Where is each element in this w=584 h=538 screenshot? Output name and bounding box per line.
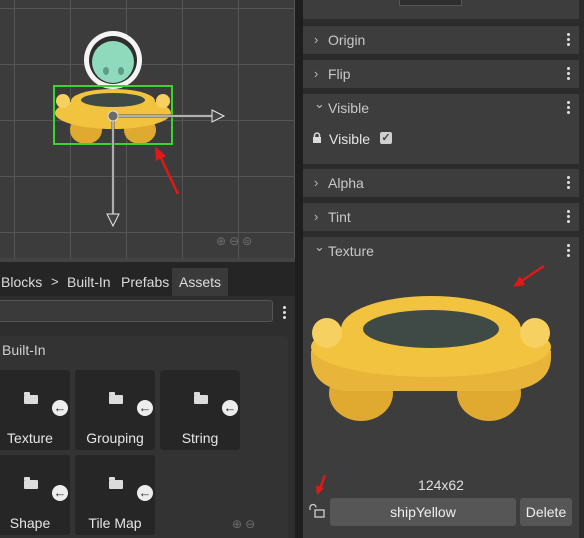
section-texture: ⌄ Texture 124x62 shipYellow Delete [303, 237, 579, 538]
viewport-zoom-controls[interactable]: ⊕⊖⊜ [216, 234, 255, 248]
section-flip[interactable]: › Flip [303, 60, 579, 88]
folder-icon [109, 392, 123, 404]
delete-texture-button[interactable]: Delete [520, 498, 572, 526]
tile-label: Shape [9, 515, 51, 531]
zoom-in-icon[interactable]: ⊕ [232, 517, 245, 531]
texture-asset-button[interactable]: shipYellow [330, 498, 516, 526]
zoom-out-icon[interactable]: ⊖ [229, 234, 242, 248]
lock-icon[interactable] [312, 132, 322, 144]
library-panel: Blocks > Built-In Prefabs Assets Built-I… [0, 262, 296, 538]
annotation-arrow-icon [513, 264, 545, 287]
visible-label: Visible [329, 131, 370, 147]
folder-icon [24, 392, 38, 404]
tile-label: Texture [7, 430, 53, 446]
zoom-out-icon[interactable]: ⊖ [245, 517, 258, 531]
section-alpha[interactable]: › Alpha [303, 169, 579, 197]
breadcrumb-built-in[interactable]: Built-In [67, 268, 111, 296]
tile-label: Grouping [86, 430, 144, 446]
folder-icon [24, 477, 38, 489]
library-zoom-controls[interactable]: ⊕⊖ [232, 517, 258, 531]
visible-checkbox[interactable]: ✓ [380, 132, 392, 144]
breadcrumb: Blocks > Built-In Prefabs Assets [0, 262, 296, 296]
tile-label: String [181, 430, 219, 446]
chevron-right-icon: › [314, 66, 319, 81]
chevron-right-icon: › [314, 32, 319, 47]
section-tint[interactable]: › Tint [303, 203, 579, 231]
annotation-arrow-icon [155, 146, 180, 195]
unlock-icon[interactable] [309, 503, 327, 519]
tile-string[interactable]: ← String [160, 370, 240, 450]
breadcrumb-blocks[interactable]: Blocks [1, 268, 42, 296]
section-header[interactable]: ⌄ Visible [303, 94, 579, 122]
section-title: Alpha [328, 175, 364, 191]
section-title: Flip [328, 66, 351, 82]
chevron-right-icon: › [314, 209, 319, 224]
panel-divider[interactable] [295, 0, 303, 538]
annotation-arrow-icon [316, 474, 327, 495]
tile-tile-map[interactable]: ← Tile Map [75, 455, 155, 535]
folder-icon [109, 477, 123, 489]
chevron-down-icon: ⌄ [314, 239, 325, 254]
section-title: Tint [328, 209, 351, 225]
tile-label: Tile Map [88, 515, 142, 531]
section-header[interactable]: ⌄ Texture [303, 237, 579, 265]
folder-icon [194, 392, 208, 404]
section-title: Visible [328, 100, 369, 116]
kebab-menu-icon[interactable] [567, 210, 571, 225]
x-axis-arrow-icon[interactable] [211, 109, 226, 123]
breadcrumb-prefabs[interactable]: Prefabs [121, 268, 169, 296]
breadcrumb-assets[interactable]: Assets [172, 268, 229, 296]
chevron-down-icon: ⌄ [314, 96, 325, 111]
section-title: Texture [328, 243, 374, 259]
breadcrumb-separator: > [51, 274, 59, 289]
tile-shape[interactable]: ← Shape [0, 455, 70, 535]
chevron-right-icon: › [314, 175, 319, 190]
kebab-menu-icon[interactable] [567, 176, 571, 191]
kebab-menu-icon[interactable] [567, 101, 571, 116]
texture-dimensions: 124x62 [418, 477, 464, 493]
insert-arrow-icon[interactable]: ← [137, 485, 153, 501]
inspector-panel: › Origin › Flip ⌄ Visible Visible ✓ › Al… [303, 0, 584, 538]
insert-arrow-icon[interactable]: ← [52, 400, 68, 416]
section-visible: ⌄ Visible Visible ✓ [303, 94, 579, 164]
scene-viewport[interactable]: ⊕⊖⊜ [0, 0, 295, 262]
section-prev-partial [303, 0, 579, 19]
insert-arrow-icon[interactable]: ← [137, 400, 153, 416]
alien-sprite[interactable] [84, 31, 142, 89]
section-header-built-in: Built-In [2, 342, 46, 358]
tile-grouping[interactable]: ← Grouping [75, 370, 155, 450]
library-search-input[interactable] [0, 300, 273, 322]
scene-canvas[interactable] [0, 0, 295, 262]
gizmo-center-handle[interactable] [107, 110, 119, 122]
texture-preview [311, 296, 551, 421]
section-title: Origin [328, 32, 366, 48]
y-axis-arrow-icon[interactable] [106, 213, 120, 228]
library-menu-icon[interactable] [283, 306, 287, 321]
tile-texture[interactable]: ← Texture [0, 370, 70, 450]
zoom-reset-icon[interactable]: ⊜ [242, 234, 255, 248]
insert-arrow-icon[interactable]: ← [52, 485, 68, 501]
property-field[interactable] [399, 0, 462, 6]
section-origin[interactable]: › Origin [303, 26, 579, 54]
kebab-menu-icon[interactable] [567, 244, 571, 259]
kebab-menu-icon[interactable] [567, 33, 571, 48]
zoom-in-icon[interactable]: ⊕ [216, 234, 229, 248]
kebab-menu-icon[interactable] [567, 67, 571, 82]
insert-arrow-icon[interactable]: ← [222, 400, 238, 416]
